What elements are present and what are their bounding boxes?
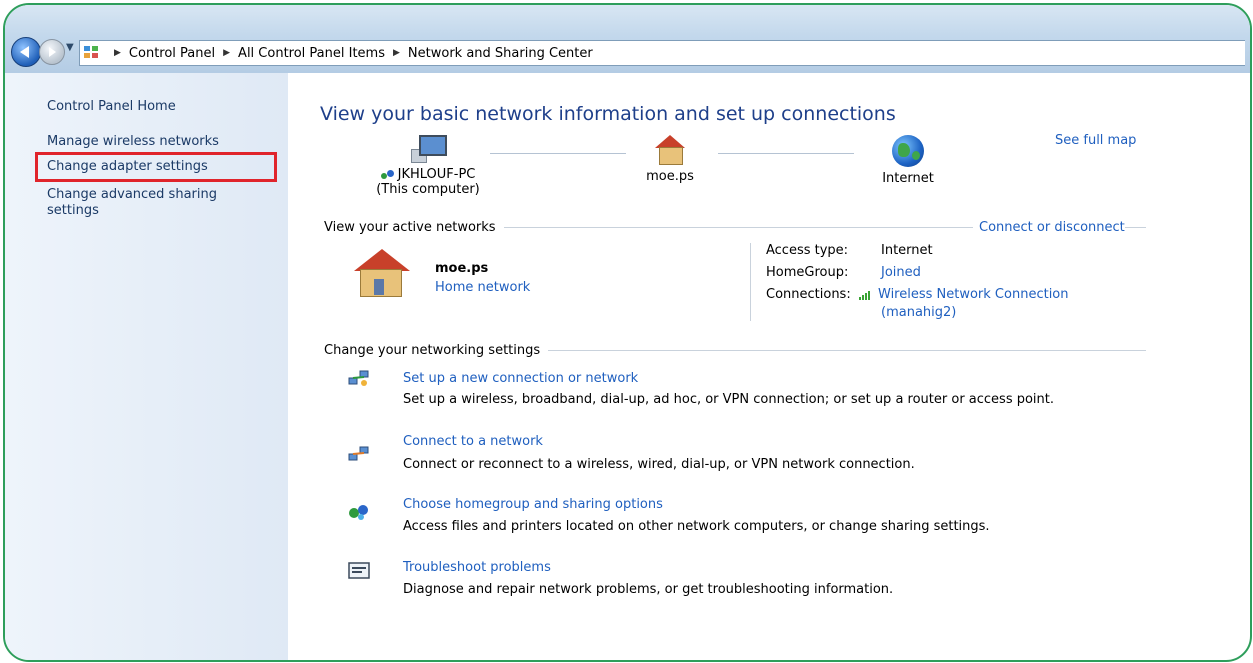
homegroup-icon <box>380 169 395 180</box>
homegroup-sharing-link[interactable]: Choose homegroup and sharing options <box>403 497 663 512</box>
access-type-value: Internet <box>881 243 933 258</box>
breadcrumb-network-center[interactable]: Network and Sharing Center <box>408 46 593 61</box>
connection-name: Wireless Network Connection <box>878 287 1069 302</box>
highlight-box <box>35 152 277 182</box>
home-network-name: moe.ps <box>646 169 694 184</box>
connect-network-icon <box>348 445 370 463</box>
breadcrumb[interactable]: ▶ Control Panel ▶ All Control Panel Item… <box>79 40 1245 66</box>
sidebar-item-label: Change advanced sharing <box>47 187 217 202</box>
network-type-link[interactable]: Home network <box>435 280 530 295</box>
homegroup-icon <box>348 503 370 521</box>
control-panel-icon <box>84 46 100 60</box>
connect-to-network-link[interactable]: Connect to a network <box>403 434 543 449</box>
divider <box>750 243 751 321</box>
wireless-connection-link[interactable]: Wireless Network Connection <box>859 287 1069 302</box>
active-network-name: moe.ps <box>435 261 489 276</box>
task-description: Set up a wireless, broadband, dial-up, a… <box>403 392 1055 407</box>
change-settings-header: Change your networking settings <box>324 343 1146 358</box>
computer-icon <box>411 135 447 163</box>
homegroup-label: HomeGroup: <box>766 265 849 280</box>
globe-icon <box>892 135 924 167</box>
connect-or-disconnect-link[interactable]: Connect or disconnect <box>973 220 1125 235</box>
connections-label: Connections: <box>766 287 851 302</box>
internet-label: Internet <box>882 171 934 186</box>
address-bar: ▼ ▶ Control Panel ▶ All Control Panel It… <box>5 5 1250 73</box>
breadcrumb-all-items[interactable]: All Control Panel Items <box>238 46 385 61</box>
sidebar: Control Panel Home Manage wireless netwo… <box>5 73 288 660</box>
setup-connection-link[interactable]: Set up a new connection or network <box>403 371 638 386</box>
back-button[interactable] <box>11 37 41 67</box>
sidebar-item-control-panel-home[interactable]: Control Panel Home <box>47 99 176 114</box>
computer-name: JKHLOUF-PC <box>397 167 476 182</box>
see-full-map-link[interactable]: See full map <box>1055 133 1136 148</box>
breadcrumb-separator-icon[interactable]: ▶ <box>223 48 230 58</box>
recent-pages-dropdown-icon[interactable]: ▼ <box>66 42 74 53</box>
section-title: View your active networks <box>324 220 496 235</box>
breadcrumb-separator-icon[interactable]: ▶ <box>393 48 400 58</box>
sidebar-item-advanced-sharing[interactable]: Change advanced sharing settings <box>47 187 217 219</box>
map-connector-line <box>718 153 854 154</box>
connection-ssid[interactable]: (manahig2) <box>881 305 956 320</box>
homegroup-value-link[interactable]: Joined <box>881 265 921 280</box>
task-description: Connect or reconnect to a wireless, wire… <box>403 457 915 472</box>
window-frame: ▼ ▶ Control Panel ▶ All Control Panel It… <box>3 3 1252 662</box>
sidebar-item-manage-wireless[interactable]: Manage wireless networks <box>47 134 219 149</box>
computer-subtitle: (This computer) <box>376 182 480 197</box>
sidebar-item-label: settings <box>47 203 99 218</box>
map-node-internet[interactable]: Internet <box>848 135 968 186</box>
task-description: Diagnose and repair network problems, or… <box>403 582 894 597</box>
troubleshoot-icon <box>348 562 370 580</box>
access-type-label: Access type: <box>766 243 849 258</box>
house-icon <box>653 135 687 165</box>
section-title: Change your networking settings <box>324 343 541 358</box>
wireless-signal-icon <box>859 290 873 300</box>
new-connection-icon <box>348 369 370 387</box>
page-title: View your basic network information and … <box>320 103 896 125</box>
map-connector-line <box>490 153 626 154</box>
breadcrumb-separator-icon[interactable]: ▶ <box>114 48 121 58</box>
map-node-home-network[interactable]: moe.ps <box>610 135 730 184</box>
home-network-icon <box>352 249 414 299</box>
breadcrumb-control-panel[interactable]: Control Panel <box>129 46 215 61</box>
task-description: Access files and printers located on oth… <box>403 519 990 534</box>
troubleshoot-link[interactable]: Troubleshoot problems <box>403 560 551 575</box>
map-node-computer[interactable]: JKHLOUF-PC (This computer) <box>348 135 508 197</box>
main-content: View your basic network information and … <box>288 73 1250 660</box>
forward-button[interactable] <box>39 39 65 65</box>
